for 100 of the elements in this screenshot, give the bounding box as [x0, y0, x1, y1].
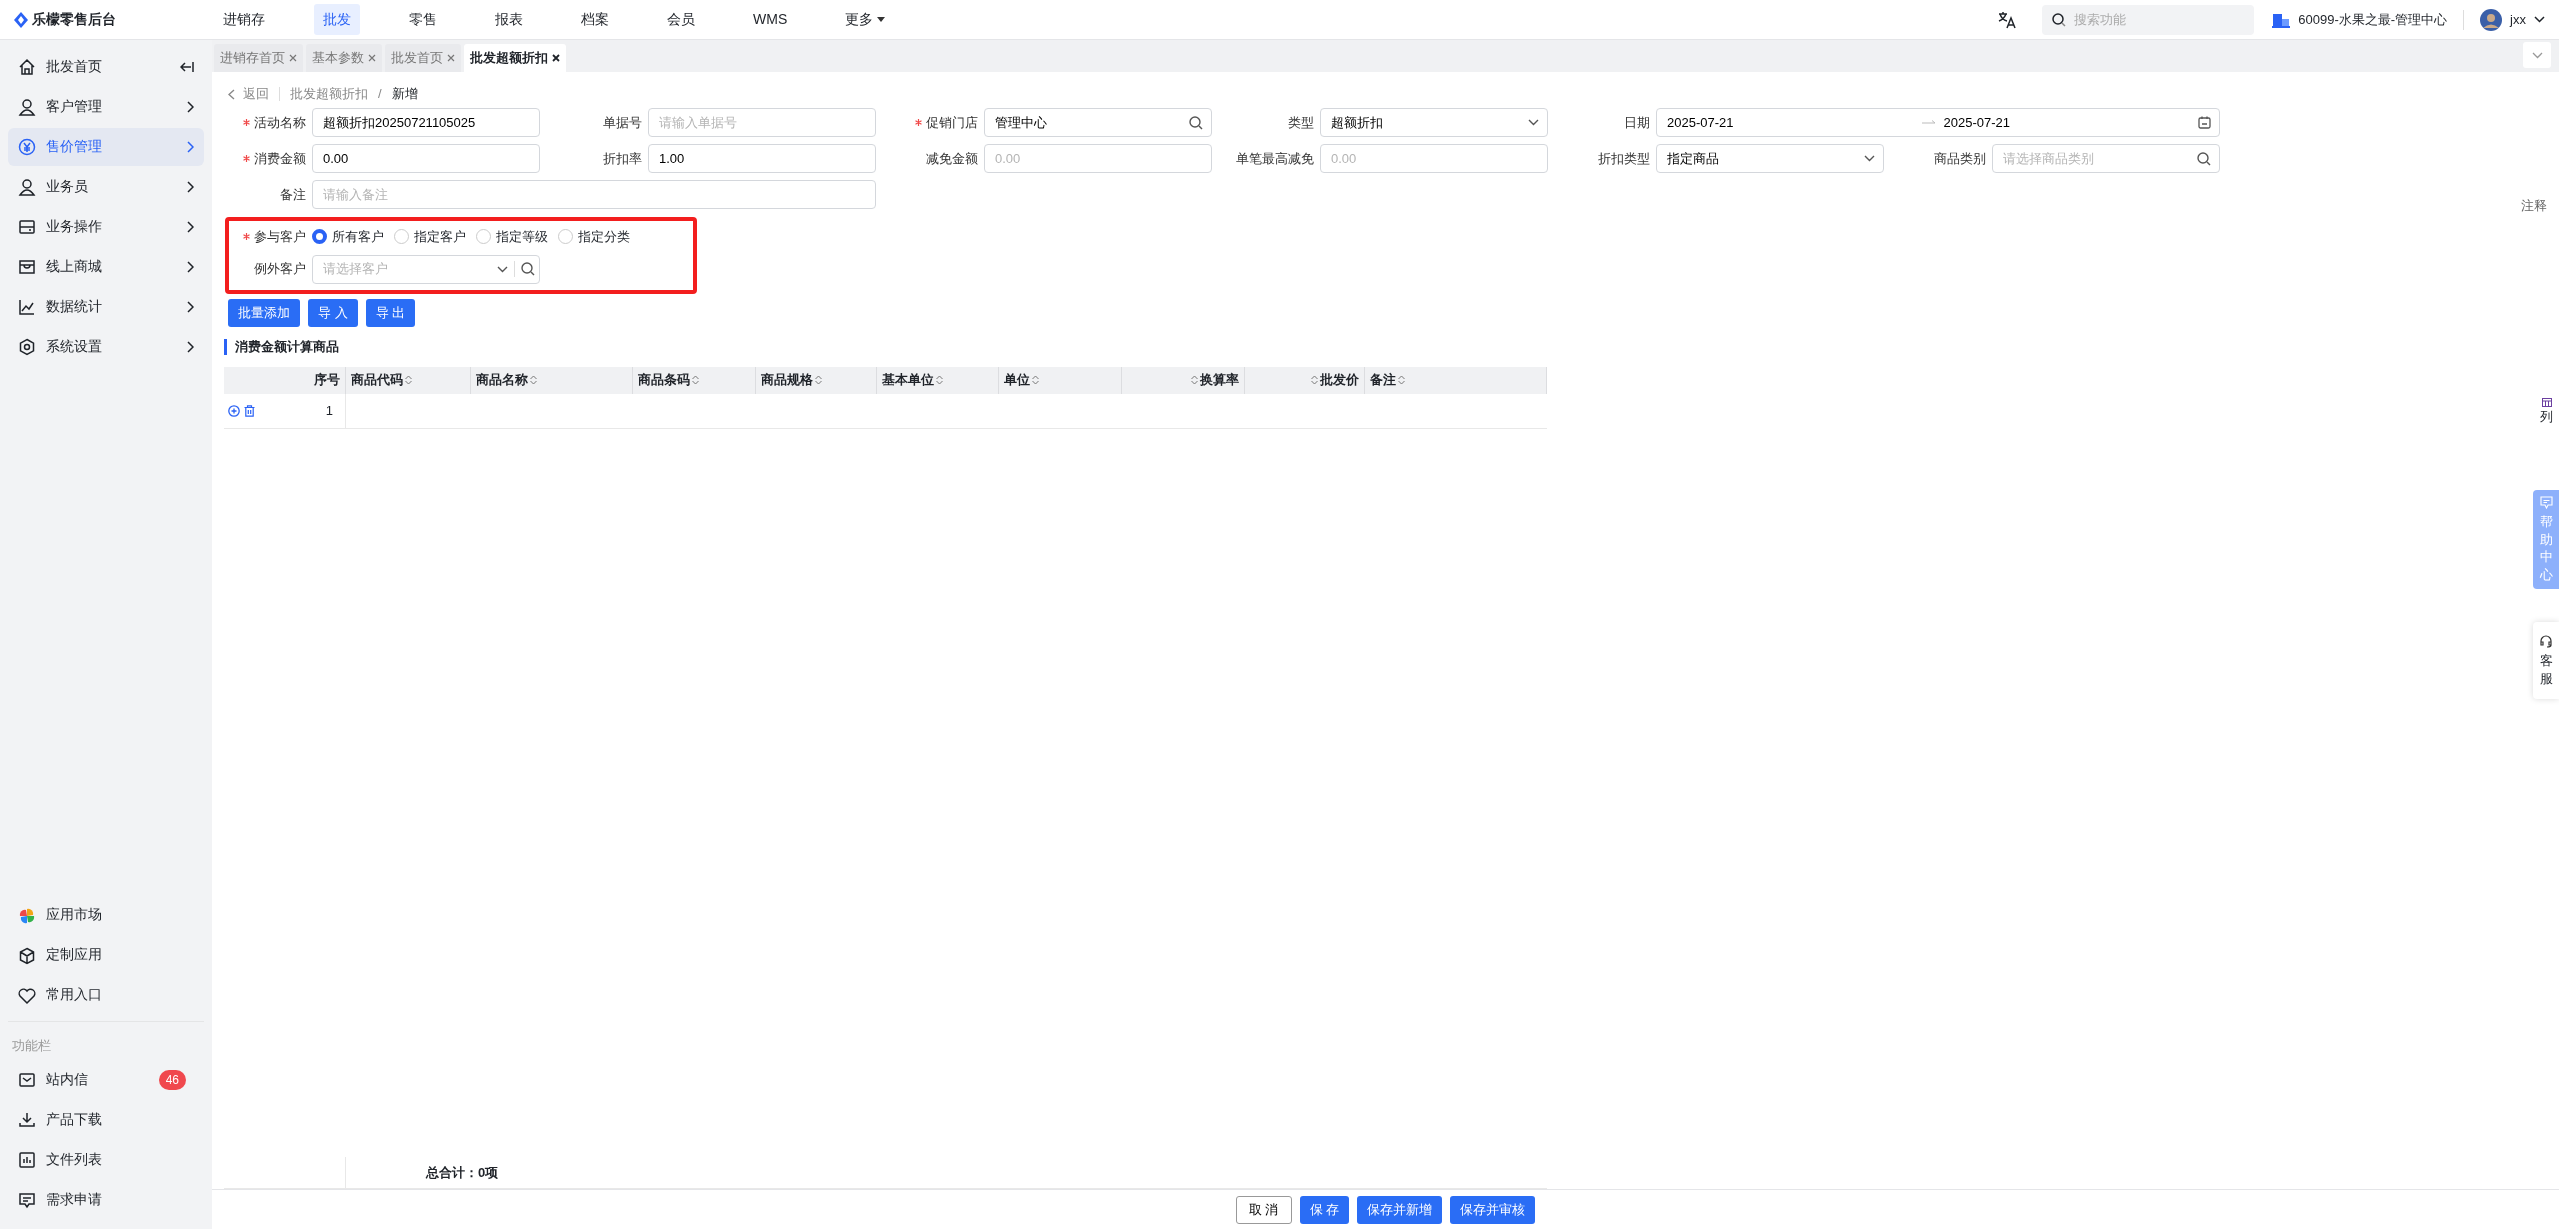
input-field[interactable]: 请输入备注	[312, 180, 876, 209]
sidebar-item[interactable]: 业务操作	[8, 208, 204, 246]
select-field[interactable]: 超额折扣	[1320, 108, 1548, 137]
breadcrumb-link[interactable]: 批发超额折扣	[290, 84, 368, 104]
cancel-button[interactable]: 取 消	[1235, 1195, 1292, 1224]
sidebar-item[interactable]: 售价管理	[8, 128, 204, 166]
nav-tab[interactable]: 档案	[572, 4, 618, 35]
text-input[interactable]: 0.00	[321, 147, 531, 170]
text-input[interactable]: 搜索功能	[2072, 8, 2245, 31]
chevron-right-icon	[187, 301, 194, 313]
text-input[interactable]: 2025-07-21	[1941, 111, 2192, 134]
sidebar-item[interactable]: 数据统计	[8, 288, 204, 326]
sidebar-item[interactable]: 定制应用	[8, 936, 204, 975]
sidebar-item[interactable]: 线上商城	[8, 248, 204, 286]
chevron-down-icon[interactable]	[1528, 119, 1539, 126]
text-input[interactable]: 超额折扣	[1329, 111, 1522, 134]
sidebar-item[interactable]: 应用市场	[8, 896, 204, 935]
table-icon	[2541, 398, 2552, 407]
sidebar-item[interactable]: 系统设置	[8, 328, 204, 366]
text-input[interactable]: 1.00	[657, 147, 867, 170]
close-icon[interactable]	[552, 54, 560, 62]
nav-tab[interactable]: 进销存	[214, 4, 274, 35]
arrow-right-icon	[1921, 119, 1936, 126]
chevron-down-icon[interactable]	[1864, 155, 1875, 162]
nav-tab[interactable]: 零售	[400, 4, 446, 35]
column-header[interactable]: 商品代码	[346, 366, 471, 394]
action-button[interactable]: 导 出	[365, 298, 416, 327]
nav-tab[interactable]: WMS	[744, 4, 797, 35]
field-label: 参与客户	[254, 228, 306, 246]
select-field[interactable]: 指定商品	[1656, 144, 1884, 173]
input-field[interactable]: 1.00	[648, 144, 876, 173]
customer-service-tab[interactable]: 客服	[2533, 622, 2559, 700]
radio-option[interactable]: 指定等级	[476, 227, 548, 247]
text-input[interactable]: 0.00	[993, 147, 1203, 170]
nav-tab[interactable]: 会员	[658, 4, 704, 35]
action-button[interactable]: 导 入	[308, 298, 358, 327]
primary-button[interactable]: 保存并审核	[1450, 1195, 1536, 1224]
page-tab[interactable]: 批发超额折扣	[464, 44, 566, 72]
radio-option[interactable]: 指定客户	[394, 227, 466, 247]
nav-tab[interactable]: 批发	[314, 4, 360, 35]
notes-link[interactable]: 注释	[2521, 196, 2547, 216]
text-input[interactable]: 管理中心	[993, 111, 1183, 134]
search-icon[interactable]	[521, 262, 535, 276]
back-link[interactable]: 返回	[228, 84, 269, 104]
column-header[interactable]: 单位	[999, 366, 1122, 394]
page-tab[interactable]: 进销存首页	[214, 44, 303, 72]
select-field[interactable]: 请选择客户	[312, 254, 540, 284]
action-button[interactable]: 批量添加	[228, 298, 300, 327]
radio-option[interactable]: 指定分类	[558, 227, 630, 247]
column-header[interactable]: 基本单位	[877, 366, 999, 394]
text-input[interactable]: 请选择商品类别	[2001, 147, 2191, 170]
column-header[interactable]: 批发价	[1245, 366, 1365, 394]
sidebar-item[interactable]: 业务员	[8, 168, 204, 206]
sidebar-item[interactable]: 站内信 46	[8, 1061, 204, 1099]
calendar-icon[interactable]	[2198, 116, 2211, 129]
text-input[interactable]: 请选择客户	[321, 258, 491, 280]
primary-button[interactable]: 保存并新增	[1357, 1195, 1443, 1224]
chevron-down-icon[interactable]	[497, 265, 508, 273]
input-field[interactable]: 请输入单据号	[648, 108, 876, 137]
trash-icon[interactable]	[244, 404, 255, 417]
text-input[interactable]: 请输入单据号	[657, 111, 867, 134]
page-tab[interactable]: 基本参数	[306, 44, 382, 72]
user-name[interactable]: jxx	[2510, 9, 2526, 30]
text-input[interactable]: 超额折扣20250721105025	[321, 111, 531, 134]
primary-button[interactable]: 保 存	[1299, 1195, 1350, 1224]
sidebar-item[interactable]: 批发首页	[8, 48, 204, 86]
column-header[interactable]: 商品名称	[471, 366, 633, 394]
translate-icon[interactable]	[1998, 10, 2017, 29]
text-input[interactable]: 指定商品	[1665, 147, 1858, 170]
column-header[interactable]: 商品规格	[756, 366, 877, 394]
chevron-down-icon[interactable]	[2534, 16, 2545, 23]
search-icon[interactable]	[2197, 151, 2211, 166]
column-settings-button[interactable]: 列	[2540, 398, 2553, 427]
input-field[interactable]: 0.00	[984, 144, 1212, 173]
input-field[interactable]: 超额折扣20250721105025	[312, 108, 540, 137]
column-header[interactable]: 备注	[1365, 366, 1547, 394]
text-input[interactable]: 2025-07-21	[1665, 111, 1916, 134]
text-input[interactable]: 0.00	[1329, 147, 1539, 170]
envelope-icon	[18, 1071, 36, 1089]
search-field[interactable]: 请选择商品类别	[1992, 144, 2220, 173]
input-field[interactable]: 0.00	[1320, 144, 1548, 173]
add-circle-icon[interactable]	[228, 404, 240, 417]
column-header[interactable]: 商品条码	[633, 366, 756, 394]
input-field[interactable]: 0.00	[312, 144, 540, 173]
text-input[interactable]: 请输入备注	[321, 183, 867, 206]
page-tab[interactable]: 批发首页	[385, 44, 461, 72]
store-name[interactable]: 60099-水果之最-管理中心	[2298, 9, 2448, 30]
sidebar-item[interactable]: 产品下载	[8, 1101, 204, 1139]
sidebar-item[interactable]: 常用入口	[8, 976, 204, 1015]
sidebar-item[interactable]: 文件列表	[8, 1141, 204, 1179]
search-field[interactable]: 搜索功能	[2042, 4, 2255, 35]
collapse-icon[interactable]	[180, 61, 194, 73]
radio-option[interactable]: 所有客户	[312, 227, 384, 247]
search-field[interactable]: 管理中心	[984, 108, 1212, 137]
search-icon[interactable]	[1189, 115, 1203, 130]
column-header[interactable]: 换算率	[1122, 366, 1245, 394]
sidebar-item[interactable]: 需求申请	[8, 1181, 204, 1219]
date-range-field[interactable]: 2025-07-21 2025-07-21	[1656, 108, 2220, 137]
nav-tab[interactable]: 报表	[486, 4, 532, 35]
sidebar-item[interactable]: 客户管理	[8, 88, 204, 126]
